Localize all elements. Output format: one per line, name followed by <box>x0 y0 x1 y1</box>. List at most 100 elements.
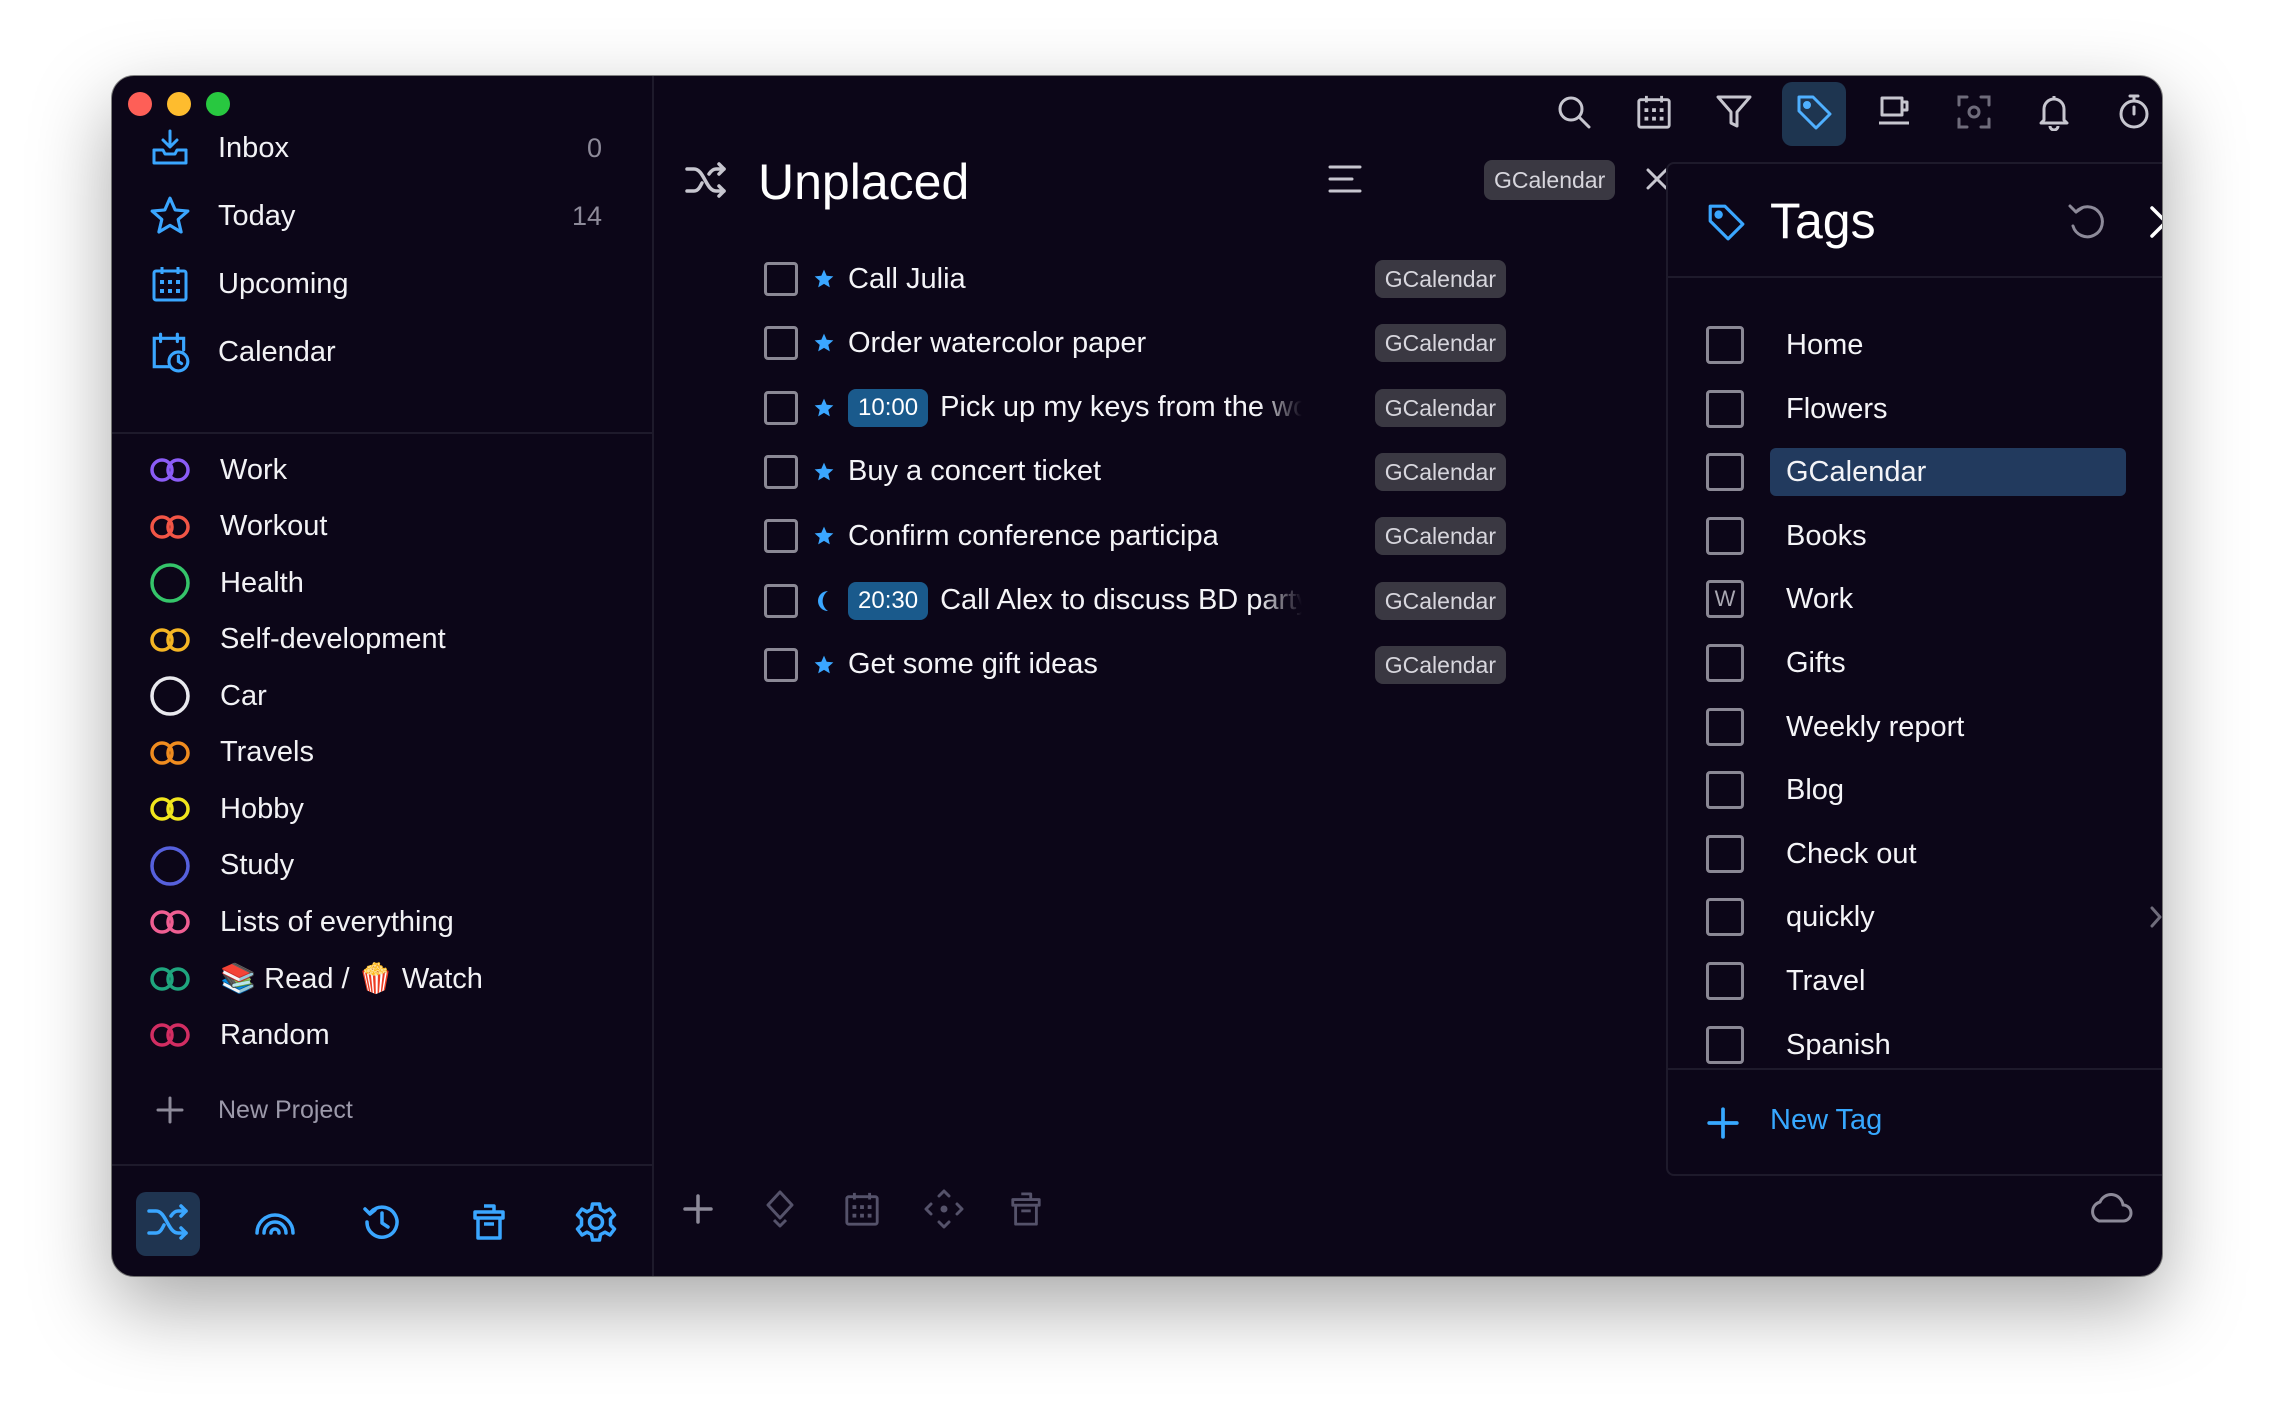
tag-row[interactable]: Spanish <box>1706 1020 2126 1068</box>
task-tag[interactable]: GCalendar <box>1374 260 1506 298</box>
sidebar-project-item[interactable]: Car <box>148 671 618 721</box>
search-icon <box>1555 93 1593 136</box>
tag-checkbox[interactable] <box>1706 389 1744 428</box>
tag-label: Check out <box>1786 837 1917 870</box>
tag-checkbox[interactable] <box>1706 1025 1744 1064</box>
tags-panel-title: Tags <box>1770 193 1876 249</box>
tag-row[interactable]: Blog <box>1706 765 2126 815</box>
task-row[interactable]: Call Julia GCalendar <box>764 254 1506 304</box>
main-pane: Unplaced GCalendar Call Julia GCalendar Or… <box>654 76 2162 1276</box>
add-task-button[interactable] <box>668 1181 728 1241</box>
tag-checkbox[interactable] <box>1706 771 1744 810</box>
sidebar-project-item[interactable]: Hobby <box>148 784 618 834</box>
task-row[interactable]: 20:30 Call Alex to discuss BD party GCalen… <box>764 576 1506 626</box>
sidebar-item-inbox[interactable]: Inbox 0 <box>148 122 618 174</box>
tag-checkbox[interactable] <box>1706 326 1744 364</box>
tag-icon <box>1706 202 1746 247</box>
sidebar-project-item[interactable]: Health <box>148 558 618 608</box>
priority-button[interactable] <box>750 1181 810 1241</box>
task-checkbox[interactable] <box>764 262 798 296</box>
task-row[interactable]: Confirm conference participation GCalenda… <box>764 511 1506 561</box>
move-button[interactable] <box>914 1181 974 1241</box>
break-button[interactable] <box>1862 82 1926 146</box>
sidebar-project-item[interactable]: Work <box>148 445 618 495</box>
new-project-label: New Project <box>218 1095 353 1124</box>
task-tag[interactable]: GCalendar <box>1374 581 1506 620</box>
sidebar-project-item[interactable]: Self-development <box>148 615 618 665</box>
tag-checkbox[interactable] <box>1706 962 1744 1000</box>
minimize-window-button[interactable] <box>167 92 191 116</box>
sidebar-project-item[interactable]: Lists of everything <box>148 897 618 947</box>
settings-button[interactable] <box>564 1192 628 1256</box>
new-tag-button[interactable]: New Tag <box>1770 1104 1882 1137</box>
task-row[interactable]: Buy a concert ticket GCalendar <box>764 447 1506 497</box>
task-row[interactable]: Get some gift ideas GCalendar <box>764 640 1506 690</box>
tag-row[interactable]: Books <box>1706 511 2126 561</box>
tag-row[interactable]: GCalendar <box>1706 447 2126 497</box>
logbook-button[interactable] <box>243 1192 307 1256</box>
sidebar-project-item[interactable]: Study <box>148 841 618 891</box>
task-checkbox[interactable] <box>764 390 798 425</box>
tag-row[interactable]: quickly <box>1706 892 2162 942</box>
active-filter-chip[interactable]: GCalendar <box>1484 160 1616 200</box>
new-project-button[interactable]: New Project <box>148 1085 353 1135</box>
tag-row[interactable]: Check out <box>1706 829 2126 879</box>
filter-button[interactable] <box>1702 82 1766 146</box>
calendar-view-button[interactable] <box>1622 82 1686 146</box>
tag-checkbox[interactable] <box>1706 834 1744 873</box>
tag-checkbox[interactable] <box>1706 707 1744 746</box>
notifications-button[interactable] <box>2022 82 2086 146</box>
search-button[interactable] <box>1542 82 1606 146</box>
shuffle-button[interactable] <box>136 1192 200 1256</box>
tag-checkbox[interactable] <box>1706 453 1744 492</box>
schedule-button[interactable] <box>832 1181 892 1241</box>
tag-checkbox[interactable] <box>1706 516 1744 555</box>
task-tag[interactable]: GCalendar <box>1374 388 1506 427</box>
tag-row[interactable]: Flowers <box>1706 384 2126 434</box>
close-window-button[interactable] <box>128 92 152 116</box>
tag-row[interactable]: Weekly report <box>1706 702 2126 752</box>
zoom-window-button[interactable] <box>206 92 230 116</box>
task-checkbox[interactable] <box>764 326 798 361</box>
refresh-button[interactable] <box>2066 200 2110 249</box>
move-icon <box>924 1189 964 1234</box>
task-tag[interactable]: GCalendar <box>1374 452 1506 491</box>
delete-task-button[interactable] <box>996 1181 1056 1241</box>
chevron-right-icon[interactable] <box>2148 904 2162 935</box>
history-button[interactable] <box>350 1192 414 1256</box>
task-checkbox[interactable] <box>764 519 798 554</box>
task-tag[interactable]: GCalendar <box>1374 517 1506 556</box>
tag-row[interactable]: Travel <box>1706 956 2126 1006</box>
tag-row[interactable]: W Work <box>1706 574 2126 624</box>
task-row[interactable]: Order watercolor paper GCalendar <box>764 318 1506 368</box>
tag-row[interactable]: Home <box>1706 320 2126 370</box>
timer-button[interactable] <box>2102 82 2162 146</box>
tag-checkbox[interactable]: W <box>1706 580 1744 619</box>
close-panel-button[interactable] <box>2146 202 2162 247</box>
tag-checkbox[interactable] <box>1706 644 1744 682</box>
task-tag[interactable]: GCalendar <box>1374 324 1506 363</box>
tag-checkbox[interactable] <box>1706 898 1744 937</box>
sync-button[interactable] <box>2087 1191 2133 1230</box>
task-row[interactable]: 10:00 Pick up my keys from the work GCalen… <box>764 383 1506 433</box>
task-title: Call Alex to discuss BD party <box>940 584 1303 616</box>
sidebar-project-item[interactable]: Travels <box>148 728 618 778</box>
sidebar-project-item[interactable]: Random <box>148 1010 618 1060</box>
sidebar-item-today[interactable]: Today 14 <box>148 190 618 242</box>
sidebar-item-calendar[interactable]: Calendar <box>148 326 618 378</box>
tag-label: Work <box>1786 583 1854 616</box>
sidebar-project-item[interactable]: 📚 Read / 🍿 Watch <box>148 954 618 1004</box>
task-title: Confirm conference participation <box>848 519 1218 552</box>
task-tag[interactable]: GCalendar <box>1374 645 1506 684</box>
tag-label: Spanish <box>1786 1028 1891 1061</box>
sidebar-project-item[interactable]: Workout <box>148 502 618 552</box>
trash-button[interactable] <box>457 1192 521 1256</box>
tag-row[interactable]: Gifts <box>1706 638 2126 688</box>
sidebar-item-upcoming[interactable]: Upcoming <box>148 258 618 310</box>
tags-button[interactable] <box>1782 82 1846 146</box>
task-checkbox[interactable] <box>764 454 798 489</box>
sort-menu-button[interactable] <box>1326 160 1364 203</box>
task-checkbox[interactable] <box>764 583 798 618</box>
focus-button[interactable] <box>1942 82 2006 146</box>
task-checkbox[interactable] <box>764 647 798 682</box>
